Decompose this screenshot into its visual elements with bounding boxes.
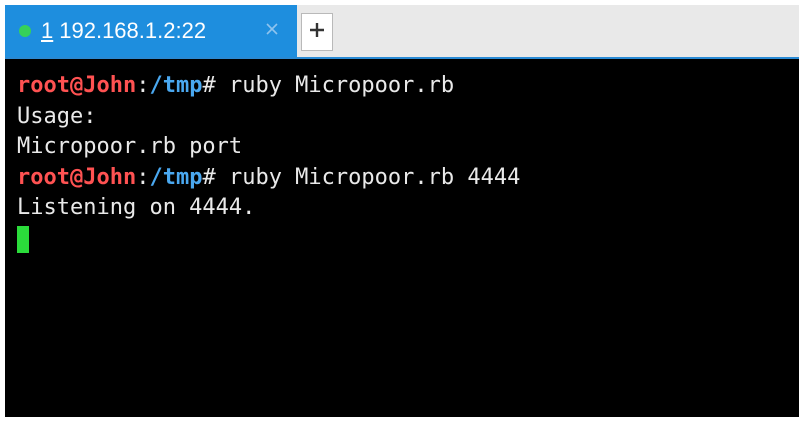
terminal-line: Micropoor.rb port: [17, 132, 789, 163]
output-text: Micropoor.rb port: [17, 134, 243, 159]
new-tab-button[interactable]: [301, 13, 333, 51]
tab-title: 192.168.1.2:22: [59, 18, 207, 43]
tab-session[interactable]: 1 192.168.1.2:22: [5, 5, 297, 57]
plus-icon: [309, 22, 325, 43]
terminal-window: 1 192.168.1.2:22 root@John:/tmp# ruby Mi…: [5, 5, 799, 417]
prompt-path: /tmp: [149, 73, 203, 98]
output-text: Usage:: [17, 103, 97, 129]
command-text: ruby Micropoor.rb: [228, 73, 455, 98]
terminal-line: Usage:: [17, 102, 789, 133]
terminal-cursor: [17, 225, 29, 253]
terminal-line: Listening on 4444.: [17, 193, 789, 224]
prompt-hash: #: [202, 73, 229, 98]
command-text: ruby Micropoor.rb 4444: [228, 164, 521, 190]
output-text: Listening on 4444.: [17, 195, 256, 220]
prompt-user: root@John: [17, 164, 137, 190]
prompt-hash: #: [202, 164, 229, 190]
close-icon[interactable]: [261, 18, 283, 40]
connected-dot-icon: [19, 25, 31, 37]
terminal-line: root@John:/tmp# ruby Micropoor.rb: [17, 71, 789, 102]
tab-bar: 1 192.168.1.2:22: [5, 5, 799, 59]
prompt-user: root@John: [17, 73, 137, 98]
prompt-path: /tmp: [149, 164, 203, 190]
terminal-line: [17, 224, 789, 255]
terminal-line: root@John:/tmp# ruby Micropoor.rb 4444: [17, 163, 789, 194]
tab-number: 1: [41, 18, 54, 43]
prompt-separator: :: [136, 164, 150, 190]
prompt-separator: :: [136, 73, 150, 98]
terminal-output[interactable]: root@John:/tmp# ruby Micropoor.rb Usage:…: [5, 59, 799, 417]
